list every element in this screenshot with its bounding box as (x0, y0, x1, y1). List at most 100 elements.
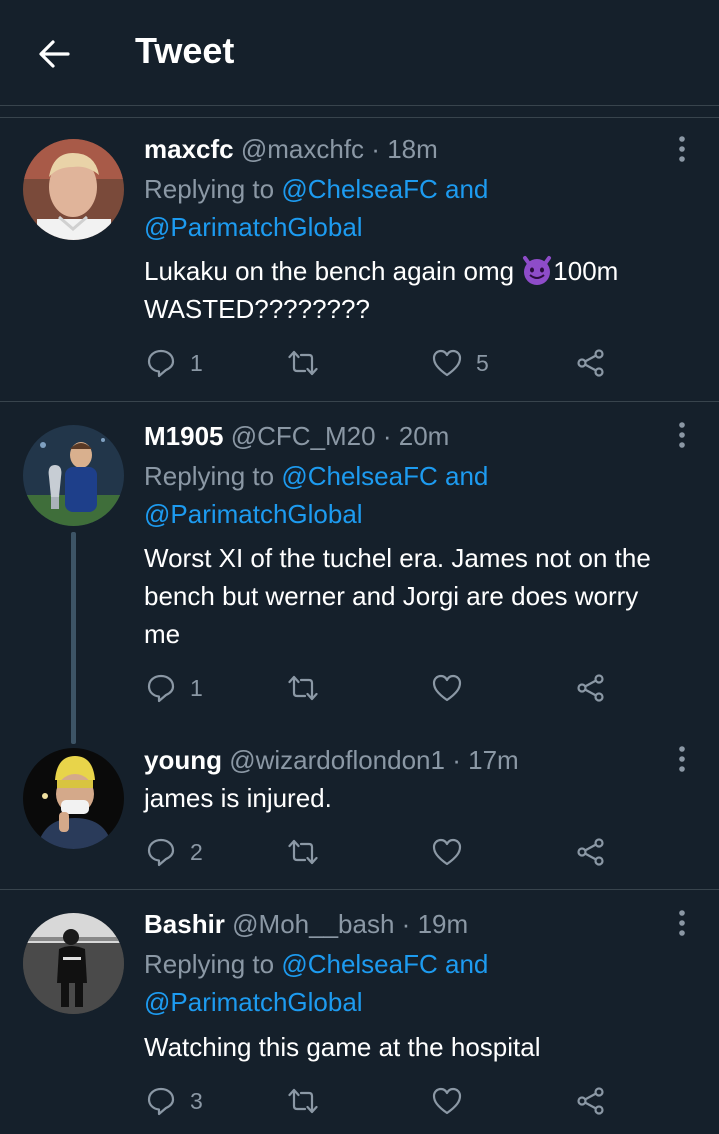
display-name[interactable]: maxcfc (144, 134, 234, 164)
tweet-text: james is injured. (144, 779, 704, 817)
separator-dot: · (452, 745, 461, 775)
replying-to-label: Replying to (144, 949, 275, 979)
reply-count: 1 (190, 674, 203, 701)
share-button[interactable] (576, 668, 606, 708)
tweet-meta: maxcfc @maxchfc · 18m (144, 134, 438, 164)
tweet-text-line: me (144, 619, 181, 649)
tweet-actions: 1 5 (0, 343, 719, 383)
smiling-imp-emoji-icon (523, 256, 552, 285)
more-options-icon[interactable] (672, 134, 692, 164)
mention-link[interactable]: @ParimatchGlobal (144, 212, 363, 242)
mention-link[interactable]: @ParimatchGlobal (144, 987, 363, 1017)
retweet-icon (288, 839, 318, 865)
user-handle[interactable]: @wizardoflondon1 (229, 745, 445, 775)
top-bar: Tweet (0, 0, 719, 106)
display-name[interactable]: Bashir (144, 909, 225, 939)
separator-dot: · (401, 909, 411, 939)
heart-icon (432, 838, 462, 866)
display-name[interactable]: M1905 (144, 421, 224, 451)
header-separator (0, 106, 719, 118)
user-handle[interactable]: @maxchfc (241, 134, 364, 164)
replying-to-label: Replying to (144, 174, 275, 204)
tweet-text: Watching this game at the hospital (144, 1028, 704, 1066)
tweet-meta: M1905 @CFC_M20 · 20m (144, 421, 449, 451)
retweet-icon (288, 675, 318, 701)
heart-icon (432, 349, 462, 377)
reply-button[interactable]: 1 (146, 668, 203, 708)
replying-to: Replying to @ChelseaFC and @ParimatchGlo… (144, 457, 684, 533)
reply-button[interactable]: 3 (146, 1081, 203, 1121)
mention-link[interactable]: @ChelseaFC and (281, 461, 488, 491)
tweet-text-line: bench but werner and Jorgi are does worr… (144, 581, 639, 611)
share-button[interactable] (576, 1081, 606, 1121)
tweet-text-line: james is injured. (144, 783, 332, 813)
reply-button[interactable]: 1 (146, 343, 203, 383)
tweet-text: Worst XI of the tuchel era. James not on… (144, 539, 704, 653)
tweet-meta: young @wizardoflondon1 · 17m (144, 745, 519, 775)
replying-to: Replying to @ChelseaFC and @ParimatchGlo… (144, 945, 684, 1021)
share-icon (577, 349, 604, 377)
retweet-icon (288, 1088, 318, 1114)
retweet-button[interactable] (288, 832, 332, 872)
separator-dot: · (382, 421, 392, 451)
share-icon (577, 674, 604, 702)
tweet-meta: Bashir @Moh__bash · 19m (144, 909, 468, 939)
retweet-button[interactable] (288, 668, 332, 708)
like-button[interactable] (432, 832, 476, 872)
tweet-text-line: Lukaku on the bench again omg (144, 256, 515, 286)
share-button[interactable] (576, 832, 606, 872)
reply-count: 1 (190, 349, 203, 376)
mention-link[interactable]: @ChelseaFC and (281, 174, 488, 204)
timestamp[interactable]: 17m (468, 745, 519, 775)
back-arrow-icon[interactable] (34, 34, 74, 74)
tweet-divider (0, 889, 719, 890)
tweet-text-line: Worst XI of the tuchel era. James not on… (144, 543, 651, 573)
heart-icon (432, 674, 462, 702)
more-options-icon[interactable] (672, 420, 692, 450)
mention-link[interactable]: @ChelseaFC and (281, 949, 488, 979)
reply-icon (147, 1087, 175, 1116)
page-title: Tweet (135, 30, 235, 71)
heart-icon (432, 1087, 462, 1115)
avatar[interactable] (23, 913, 124, 1014)
more-options-icon[interactable] (672, 908, 692, 938)
replying-to-label: Replying to (144, 461, 275, 491)
tweet-divider (0, 401, 719, 402)
retweet-icon (288, 350, 318, 376)
avatar[interactable] (23, 139, 124, 240)
tweet-text-line: Watching this game at the hospital (144, 1032, 541, 1062)
user-handle[interactable]: @Moh__bash (232, 909, 394, 939)
share-icon (577, 1087, 604, 1115)
more-options-icon[interactable] (672, 744, 692, 774)
reply-icon (147, 674, 175, 703)
like-button[interactable] (432, 668, 476, 708)
separator-dot: · (371, 134, 380, 164)
replying-to: Replying to @ChelseaFC and @ParimatchGlo… (144, 170, 684, 246)
retweet-button[interactable] (288, 1081, 332, 1121)
reply-count: 2 (190, 838, 203, 865)
reply-count: 3 (190, 1087, 203, 1114)
like-count: 5 (476, 349, 489, 376)
like-button[interactable] (432, 1081, 476, 1121)
share-button[interactable] (576, 343, 606, 383)
tweet-text-line: 100m (553, 256, 619, 286)
reply-button[interactable]: 2 (146, 832, 203, 872)
reply-icon (147, 349, 175, 378)
tweet-text: Lukaku on the bench again omg 100m WASTE… (144, 252, 704, 328)
retweet-button[interactable] (288, 343, 332, 383)
user-handle[interactable]: @CFC_M20 (231, 421, 376, 451)
tweet-text-line: WASTED???????? (144, 294, 370, 324)
timestamp[interactable]: 20m (399, 421, 450, 451)
mention-link[interactable]: @ParimatchGlobal (144, 499, 363, 529)
avatar[interactable] (23, 425, 124, 526)
reply-icon (147, 838, 175, 867)
timestamp[interactable]: 19m (418, 909, 469, 939)
tweet-actions: 1 (0, 668, 719, 708)
like-button[interactable]: 5 (432, 343, 489, 383)
display-name[interactable]: young (144, 745, 222, 775)
share-icon (577, 838, 604, 866)
tweet-actions: 2 (0, 832, 719, 872)
timestamp[interactable]: 18m (387, 134, 438, 164)
tweet-actions: 3 (0, 1081, 719, 1121)
thread-connector (71, 532, 76, 744)
